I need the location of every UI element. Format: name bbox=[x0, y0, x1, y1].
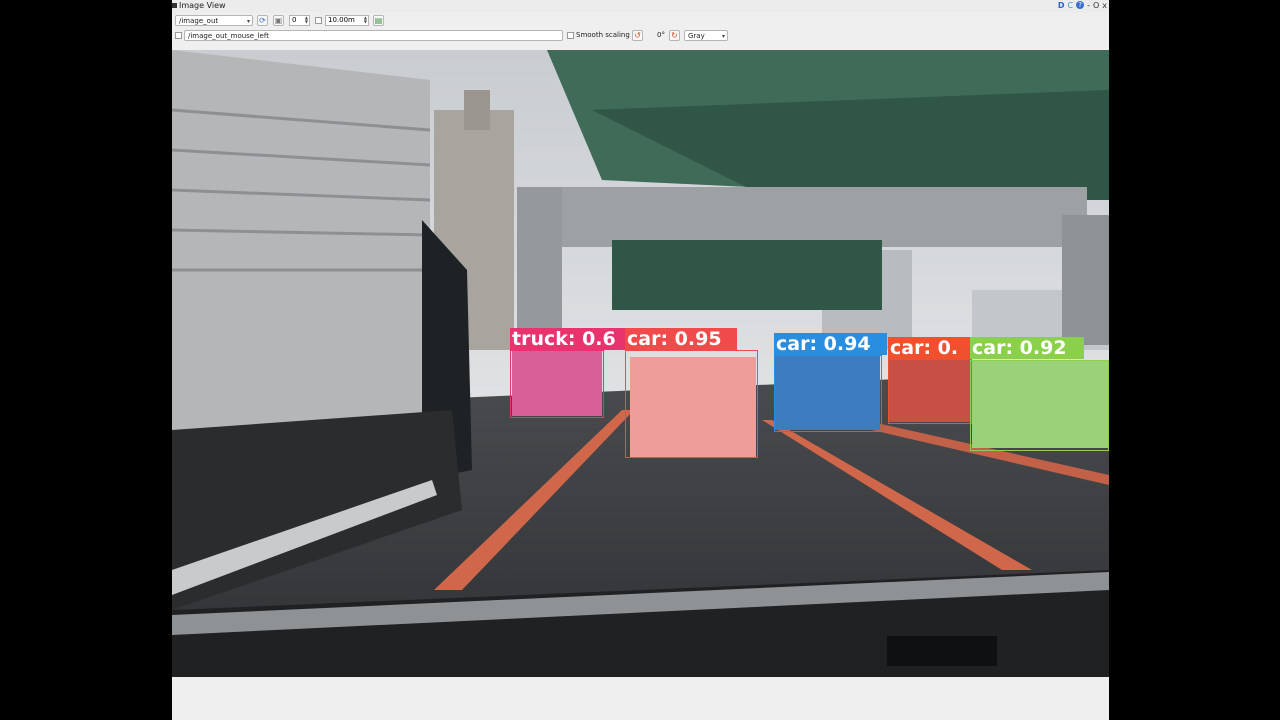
value-spinbox[interactable]: 0 ▲ ▼ bbox=[289, 15, 310, 26]
close-icon[interactable]: x bbox=[1102, 1, 1107, 10]
mouse-topic-value: /image_out_mouse_left bbox=[188, 32, 269, 40]
time-checkbox[interactable] bbox=[315, 17, 322, 24]
topic-select[interactable]: /image_out ▾ bbox=[175, 15, 253, 26]
chevron-down-icon: ▾ bbox=[246, 18, 250, 25]
colormap-select[interactable]: Gray ▾ bbox=[684, 30, 728, 41]
mouse-publish-checkbox[interactable] bbox=[175, 32, 182, 39]
rotate-left-icon: ↺ bbox=[634, 31, 641, 40]
pillar-right bbox=[1062, 215, 1109, 345]
topic-select-value: /image_out bbox=[179, 17, 219, 25]
dock-icon[interactable]: D bbox=[1058, 1, 1065, 10]
reload-icon[interactable]: C bbox=[1067, 1, 1073, 10]
camera-image[interactable]: truck: 0.6 car: 0.95 car: 0.94 car: 0. c… bbox=[172, 50, 1109, 677]
smooth-scaling-checkbox[interactable] bbox=[567, 32, 574, 39]
spin-arrows-icon: ▲ ▼ bbox=[363, 15, 367, 24]
pillar-left bbox=[517, 187, 562, 337]
tower-top bbox=[464, 90, 490, 130]
time-spinbox-text: 10.00m bbox=[328, 16, 355, 24]
overpass-beam bbox=[517, 187, 1087, 247]
refresh-icon: ⟳ bbox=[259, 16, 266, 25]
dash-device bbox=[887, 636, 997, 666]
rotate-left-button[interactable]: ↺ bbox=[632, 30, 643, 41]
value-spinbox-text: 0 bbox=[292, 16, 297, 24]
detection-label-car-3: car: 0. bbox=[888, 337, 974, 359]
minimize-icon[interactable]: - bbox=[1087, 1, 1090, 10]
rotation-label: 0° bbox=[657, 31, 665, 39]
options-icon[interactable]: O bbox=[1093, 1, 1099, 10]
spin-arrows-icon: ▲ ▼ bbox=[304, 15, 308, 24]
detection-label-car-1: car: 0.95 bbox=[625, 328, 737, 350]
detection-box-car-2 bbox=[774, 355, 882, 432]
window-icon bbox=[172, 3, 177, 8]
detection-label-car-4: car: 0.92 bbox=[970, 337, 1084, 359]
title-bar: Image View D C ? - O x bbox=[172, 0, 1109, 13]
status-area bbox=[172, 677, 1109, 720]
detection-label-car-2: car: 0.94 bbox=[774, 333, 887, 355]
smooth-scaling-label: Smooth scaling bbox=[576, 31, 630, 39]
detection-box-car-4 bbox=[970, 360, 1109, 451]
detection-box-car-1 bbox=[625, 350, 758, 458]
titlebar-controls: D C ? - O x bbox=[1058, 1, 1107, 10]
toolbar-primary: /image_out ▾ ⟳ ▣ 0 ▲ ▼ 10.00m ▲ ▼ ▤ bbox=[172, 13, 1109, 28]
lower-deck bbox=[612, 240, 882, 310]
rotate-right-button[interactable]: ↻ bbox=[669, 30, 680, 41]
save-image-button[interactable]: ▣ bbox=[273, 15, 284, 26]
detection-box-car-3 bbox=[888, 359, 972, 424]
mouse-topic-input[interactable]: /image_out_mouse_left bbox=[184, 30, 563, 41]
detection-label-truck: truck: 0.6 bbox=[510, 328, 629, 350]
time-spinbox[interactable]: 10.00m ▲ ▼ bbox=[325, 15, 369, 26]
image-icon: ▤ bbox=[374, 16, 383, 25]
refresh-topics-button[interactable]: ⟳ bbox=[257, 15, 268, 26]
rotate-right-icon: ↻ bbox=[671, 31, 678, 40]
save-icon: ▣ bbox=[274, 16, 283, 25]
chevron-down-icon: ▾ bbox=[721, 33, 725, 40]
detection-box-truck bbox=[510, 350, 604, 418]
toolbar-secondary: /image_out_mouse_left Smooth scaling ↺ 0… bbox=[172, 29, 1109, 44]
window-title: Image View bbox=[179, 1, 226, 10]
colormap-value: Gray bbox=[688, 32, 705, 40]
help-icon[interactable]: ? bbox=[1076, 1, 1085, 9]
image-view-window: Image View D C ? - O x /image_out ▾ ⟳ ▣ … bbox=[172, 0, 1109, 720]
fit-image-button[interactable]: ▤ bbox=[373, 15, 384, 26]
